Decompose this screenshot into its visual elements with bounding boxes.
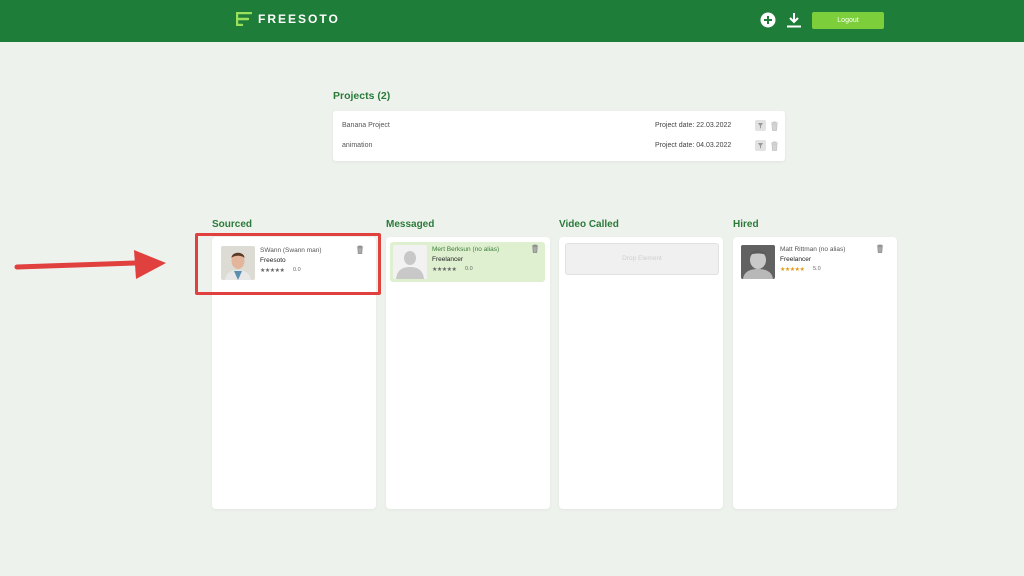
trash-icon[interactable] bbox=[770, 141, 779, 151]
projects-list: Banana Project Project date: 22.03.2022 … bbox=[333, 111, 785, 161]
column-title-hired: Hired bbox=[733, 219, 759, 230]
project-name[interactable]: animation bbox=[342, 142, 372, 149]
logo-mark-icon bbox=[236, 12, 252, 26]
arrow-right-icon bbox=[14, 250, 166, 279]
download-icon[interactable] bbox=[786, 12, 802, 28]
column-title-video-called: Video Called bbox=[559, 219, 619, 230]
candidate-company: Freelancer bbox=[432, 256, 464, 263]
project-row[interactable]: animation Project date: 04.03.2022 bbox=[333, 136, 785, 156]
top-bar: FREESOTO Logout bbox=[0, 0, 1024, 42]
project-name[interactable]: Banana Project bbox=[342, 122, 390, 129]
rating-stars: ★★★★★ bbox=[432, 267, 457, 273]
highlight-box bbox=[195, 233, 381, 295]
rating-value: 5.0 bbox=[813, 266, 821, 272]
rating-value: 0.0 bbox=[465, 266, 473, 272]
trash-icon[interactable] bbox=[876, 244, 884, 253]
rating-stars: ★★★★★ bbox=[780, 267, 805, 273]
candidate-name[interactable]: Matt Rittman (no alias) bbox=[780, 246, 845, 253]
avatar-placeholder bbox=[393, 245, 427, 279]
project-date: Project date: 22.03.2022 bbox=[655, 122, 732, 129]
add-circle-icon[interactable] bbox=[760, 12, 776, 28]
logout-button[interactable]: Logout bbox=[812, 12, 884, 29]
filter-icon[interactable] bbox=[755, 140, 766, 151]
column-title-sourced: Sourced bbox=[212, 219, 253, 230]
brand-name: FREESOTO bbox=[258, 12, 340, 26]
column-title-messaged: Messaged bbox=[386, 219, 435, 230]
column-hired: Matt Rittman (no alias) Freelancer ★★★★★… bbox=[733, 237, 897, 509]
trash-icon[interactable] bbox=[770, 121, 779, 131]
avatar bbox=[741, 245, 775, 279]
candidate-card[interactable]: Matt Rittman (no alias) Freelancer ★★★★★… bbox=[738, 242, 890, 282]
drop-zone[interactable]: Drop Element bbox=[565, 243, 719, 275]
candidate-company: Freelancer bbox=[780, 256, 812, 263]
project-row[interactable]: Banana Project Project date: 22.03.2022 bbox=[333, 116, 785, 136]
candidate-card[interactable]: Mert Berksun (no alias) Freelancer ★★★★★… bbox=[390, 242, 545, 282]
project-date: Project date: 04.03.2022 bbox=[655, 142, 732, 149]
column-messaged: Mert Berksun (no alias) Freelancer ★★★★★… bbox=[386, 237, 550, 509]
filter-icon[interactable] bbox=[755, 120, 766, 131]
candidate-name[interactable]: Mert Berksun (no alias) bbox=[432, 246, 499, 253]
logo[interactable]: FREESOTO bbox=[236, 12, 340, 26]
column-video-called: Drop Element bbox=[559, 237, 723, 509]
trash-icon[interactable] bbox=[531, 244, 539, 253]
projects-title: Projects (2) bbox=[333, 90, 391, 102]
